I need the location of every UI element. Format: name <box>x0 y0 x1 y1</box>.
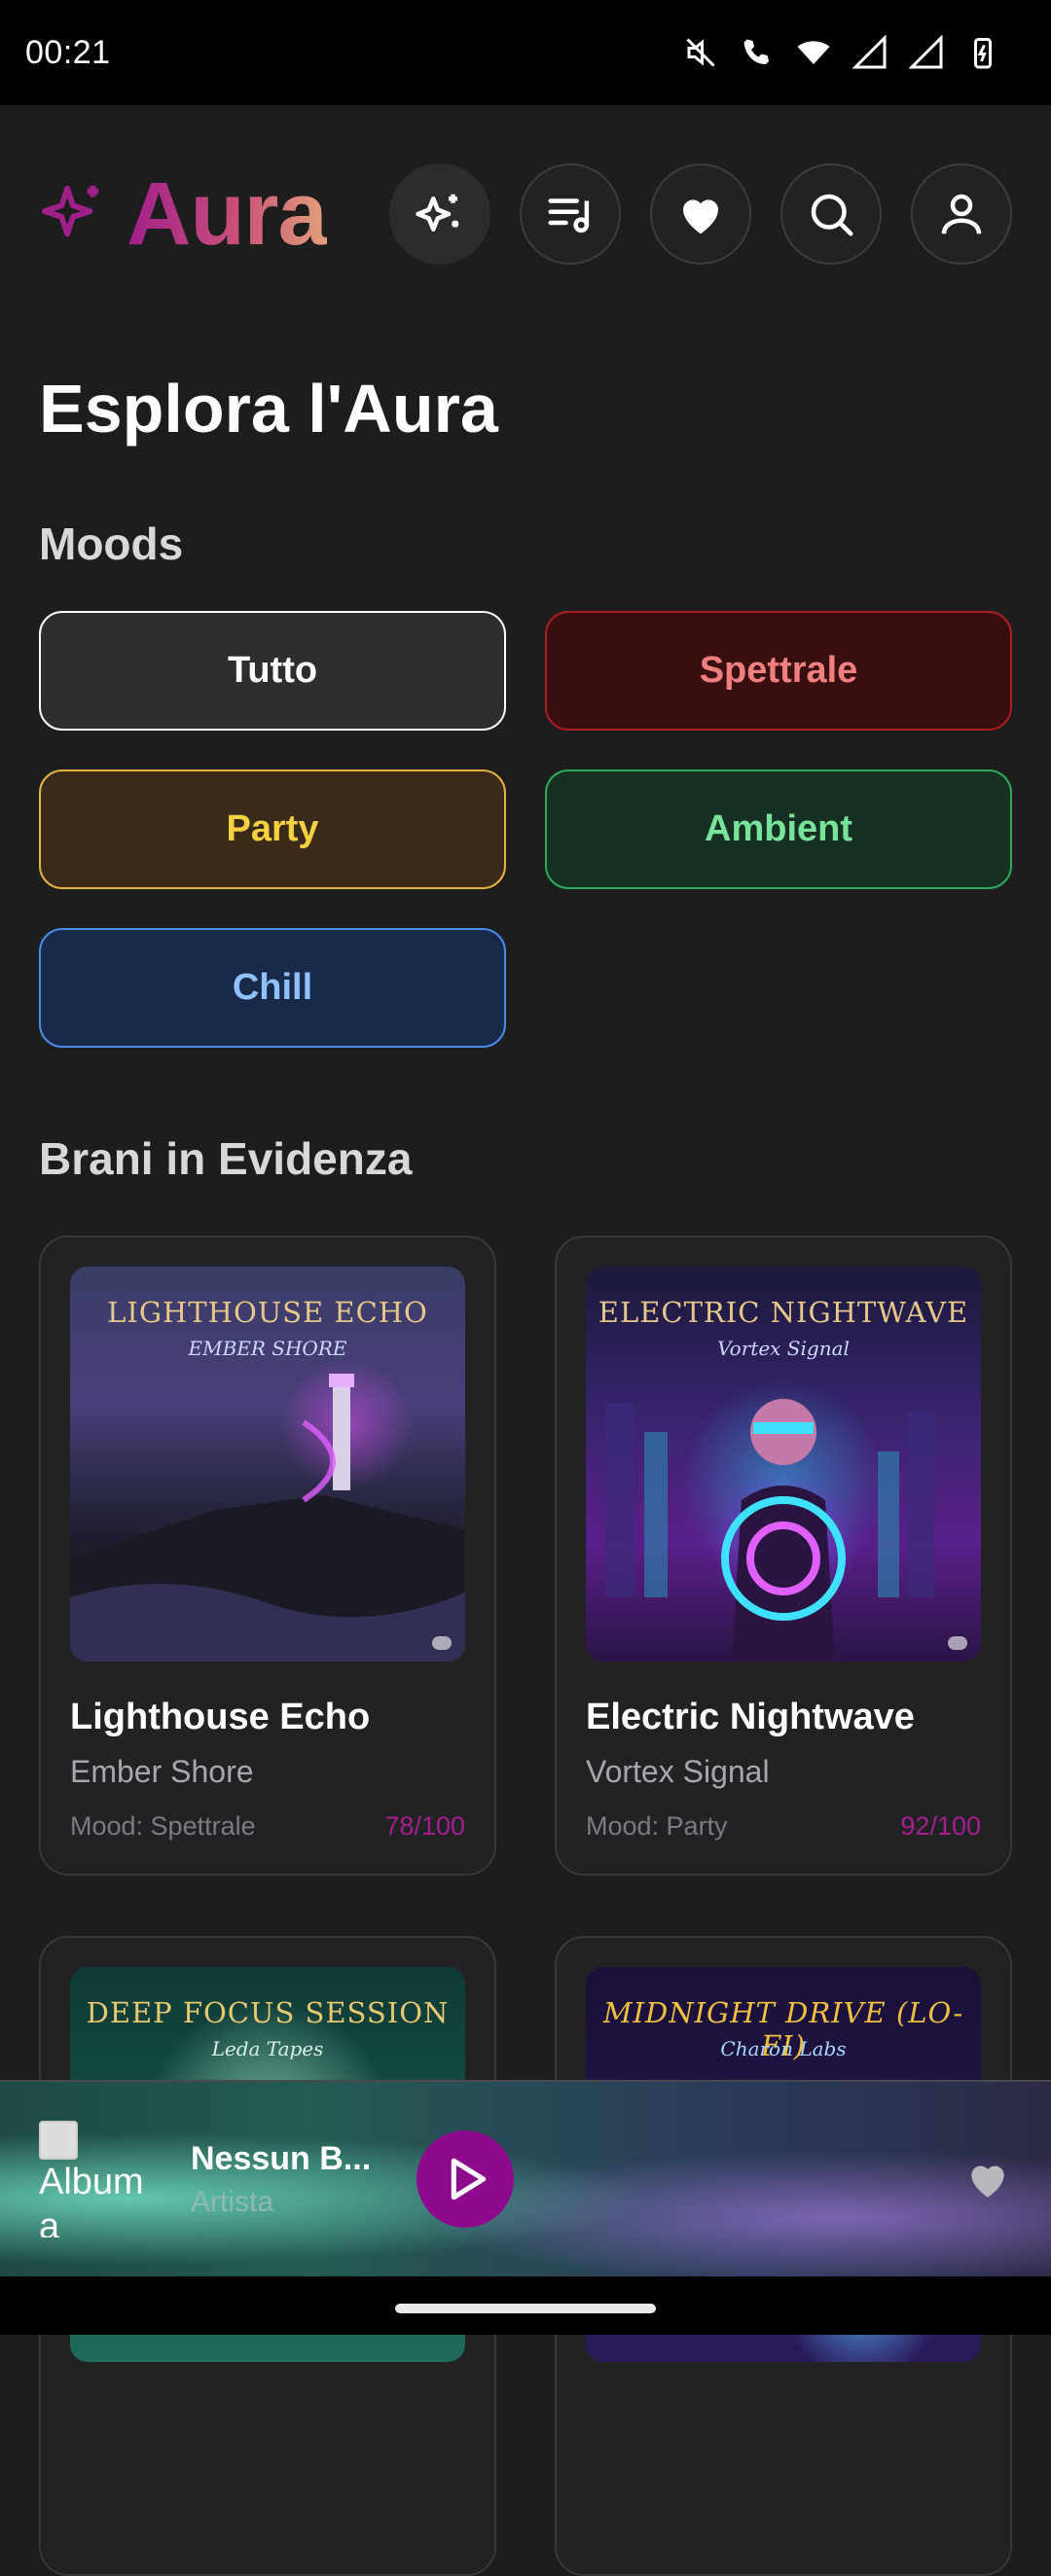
ai-badge <box>432 1636 452 1650</box>
cover-subtitle: Charon Labs <box>720 2037 847 2060</box>
neon-figure-illustration <box>605 1399 934 1662</box>
player-track-title: Nessun B... <box>191 2139 372 2177</box>
header-actions <box>389 163 1012 265</box>
lighthouse-illustration <box>70 1374 465 1662</box>
player-album-art: Album a <box>39 2121 156 2237</box>
battery-icon <box>974 38 992 69</box>
album-art-alt-text: Album a <box>39 2162 144 2237</box>
featured-tracks-grid: LIGHTHOUSE ECHO EMBER SHORE Lighthouse E… <box>39 1235 1012 2576</box>
track-artist: Vortex Signal <box>586 1754 770 1789</box>
cover-title: DEEP FOCUS SESSION <box>86 1996 450 2029</box>
search-icon <box>811 194 853 236</box>
mini-player[interactable]: Album a Nessun B... Artista <box>0 2080 1051 2276</box>
status-time: 00:21 <box>25 33 111 71</box>
favorite-heart-icon[interactable] <box>963 2155 1012 2203</box>
status-icons <box>683 35 1000 70</box>
navigation-gesture-area <box>0 2276 1051 2335</box>
track-title: Electric Nightwave <box>586 1697 915 1737</box>
app-name: Aura <box>127 163 328 264</box>
app-logo[interactable]: Aura <box>39 163 328 266</box>
play-button[interactable] <box>417 2130 514 2228</box>
mood-chip-ambient[interactable]: Ambient <box>545 769 1012 889</box>
play-icon <box>451 2158 487 2200</box>
featured-section-title: Brani in Evidenza <box>39 1133 413 1184</box>
track-meta: Mood: Spettrale 78/100 <box>70 1811 465 1842</box>
playlist-icon <box>548 198 590 233</box>
playlist-button[interactable] <box>520 163 621 265</box>
sparkles-icon <box>416 194 459 232</box>
album-cover: LIGHTHOUSE ECHO EMBER SHORE <box>70 1267 465 1662</box>
app-header: Aura <box>39 156 1012 272</box>
album-cover: ELECTRIC NIGHTWAVE Vortex Signal <box>586 1267 981 1662</box>
heart-icon <box>683 199 718 234</box>
discover-button[interactable] <box>389 163 490 265</box>
mood-chip-party[interactable]: Party <box>39 769 506 889</box>
user-icon <box>941 194 982 234</box>
cover-subtitle: Leda Tapes <box>211 2037 324 2060</box>
track-meta: Mood: Party 92/100 <box>586 1811 981 1842</box>
mute-icon <box>686 38 715 67</box>
call-icon <box>743 39 769 64</box>
status-bar: 00:21 <box>0 0 1051 105</box>
mood-chip-spettrale[interactable]: Spettrale <box>545 611 1012 731</box>
mood-chip-tutto[interactable]: Tutto <box>39 611 506 731</box>
moods-section-title: Moods <box>39 519 184 569</box>
track-score: 78/100 <box>384 1811 465 1841</box>
track-mood: Mood: Party <box>586 1811 728 1841</box>
player-track-info[interactable]: Nessun B... Artista <box>191 2140 385 2219</box>
signal-full-icon <box>909 35 943 69</box>
sparkle-logo-icon <box>41 185 99 237</box>
signal-icon <box>852 35 887 69</box>
track-mood: Mood: Spettrale <box>70 1811 256 1841</box>
track-artist: Ember Shore <box>70 1754 254 1789</box>
broken-image-icon <box>39 2121 78 2160</box>
mood-chip-chill[interactable]: Chill <box>39 928 506 1048</box>
profile-button[interactable] <box>911 163 1012 265</box>
home-indicator[interactable] <box>395 2304 656 2313</box>
player-track-artist: Artista <box>191 2185 274 2218</box>
favorites-button[interactable] <box>650 163 751 265</box>
mood-filter-grid: Tutto Spettrale Party Ambient Chill <box>39 611 1012 1048</box>
ai-badge <box>948 1636 967 1650</box>
search-button[interactable] <box>780 163 882 265</box>
track-card[interactable]: ELECTRIC NIGHTWAVE Vortex Signal Electri… <box>555 1235 1012 1876</box>
track-card[interactable]: LIGHTHOUSE ECHO EMBER SHORE Lighthouse E… <box>39 1235 496 1876</box>
track-title: Lighthouse Echo <box>70 1697 371 1737</box>
wifi-icon <box>797 41 830 64</box>
page-title: Esplora l'Aura <box>39 371 498 447</box>
track-score: 92/100 <box>900 1811 981 1841</box>
